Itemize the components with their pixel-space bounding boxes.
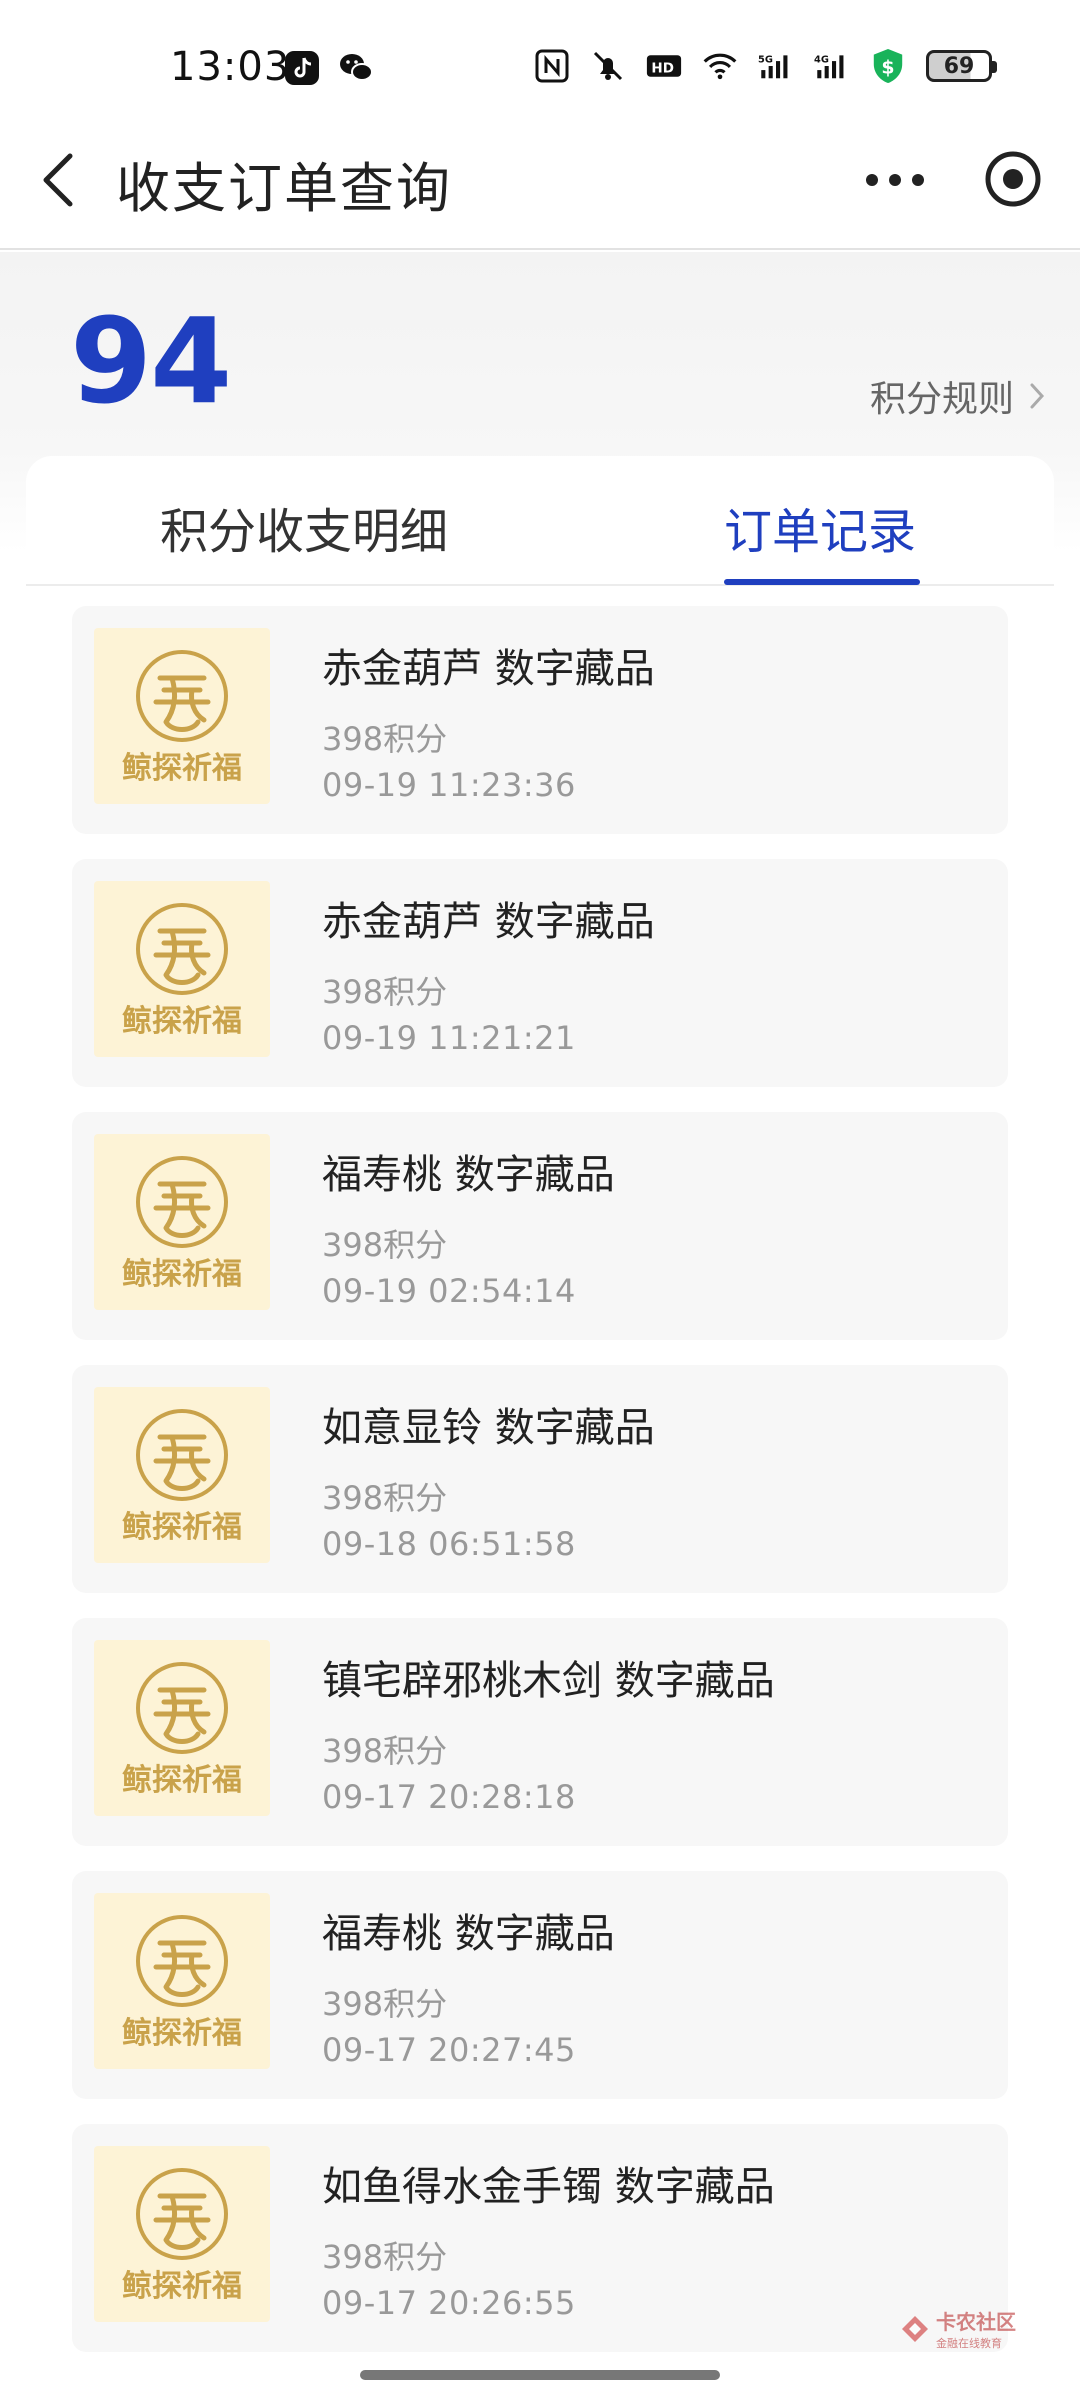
records-card: 积分收支明细 订单记录 鲸探祈福 赤金葫芦 数字藏品 398积分 09-19 1… [26, 456, 1054, 2400]
order-item[interactable]: 鲸探祈福 福寿桃 数字藏品 398积分 09-19 02:54:14 [72, 1112, 1008, 1340]
order-list: 鲸探祈福 赤金葫芦 数字藏品 398积分 09-19 11:23:36 鲸探祈福… [72, 606, 1008, 2377]
item-points: 398积分 [322, 720, 448, 758]
blessing-logo-icon: 鲸探祈福 [122, 1915, 242, 2051]
5g-signal-icon: 5G [758, 48, 794, 84]
product-thumbnail: 鲸探祈福 [94, 881, 270, 1057]
order-item[interactable]: 鲸探祈福 福寿桃 数字藏品 398积分 09-17 20:27:45 [72, 1871, 1008, 2099]
battery-icon: 69 [926, 50, 997, 82]
thumb-text: 鲸探祈福 [122, 2016, 242, 2051]
item-time: 09-19 11:23:36 [322, 766, 576, 804]
product-thumbnail: 鲸探祈福 [94, 1640, 270, 1816]
shield-dollar-icon: $ [870, 48, 906, 84]
thumb-text: 鲸探祈福 [122, 2269, 242, 2304]
order-item[interactable]: 鲸探祈福 如意显铃 数字藏品 398积分 09-18 06:51:58 [72, 1365, 1008, 1593]
item-time: 09-17 20:26:55 [322, 2284, 576, 2322]
thumb-text: 鲸探祈福 [122, 1004, 242, 1039]
points-balance: 94 [70, 292, 232, 430]
thumb-text: 鲸探祈福 [122, 1510, 242, 1545]
status-time: 13:03 [170, 44, 291, 90]
4g-signal-icon: 4G [814, 48, 850, 84]
svg-text:4G: 4G [814, 55, 829, 66]
more-button[interactable] [860, 160, 930, 200]
wechat-icon [338, 50, 374, 86]
nav-bar: 收支订单查询 [0, 110, 1080, 250]
nfc-icon [534, 48, 570, 84]
product-thumbnail: 鲸探祈福 [94, 1893, 270, 2069]
points-rules-label: 积分规则 [869, 379, 1014, 420]
item-time: 09-18 06:51:58 [322, 1525, 576, 1563]
thumb-text: 鲸探祈福 [122, 1257, 242, 1292]
blessing-logo-icon: 鲸探祈福 [122, 1662, 242, 1798]
page-title: 收支订单查询 [116, 157, 452, 220]
product-thumbnail: 鲸探祈福 [94, 1387, 270, 1563]
status-right-icons: HD 5G 4G $ 69 [534, 48, 997, 84]
item-points: 398积分 [322, 1732, 448, 1770]
item-points: 398积分 [322, 973, 448, 1011]
wifi-icon [702, 48, 738, 84]
blessing-logo-icon: 鲸探祈福 [122, 903, 242, 1039]
item-name: 赤金葫芦 数字藏品 [322, 899, 655, 945]
item-points: 398积分 [322, 1985, 448, 2023]
chevron-left-icon [43, 153, 73, 207]
blessing-logo-icon: 鲸探祈福 [122, 2168, 242, 2304]
blessing-logo-icon: 鲸探祈福 [122, 1409, 242, 1545]
order-item[interactable]: 鲸探祈福 镇宅辟邪桃木剑 数字藏品 398积分 09-17 20:28:18 [72, 1618, 1008, 1846]
status-left-icons [284, 50, 374, 86]
watermark-logo-icon [902, 2315, 928, 2342]
item-name: 福寿桃 数字藏品 [322, 1152, 615, 1198]
item-name: 如意显铃 数字藏品 [322, 1405, 655, 1451]
home-indicator[interactable] [360, 2370, 720, 2380]
product-thumbnail: 鲸探祈福 [94, 2146, 270, 2322]
product-thumbnail: 鲸探祈福 [94, 1134, 270, 1310]
item-name: 镇宅辟邪桃木剑 数字藏品 [322, 1658, 775, 1704]
tab-order-records[interactable]: 订单记录 [724, 492, 916, 562]
watermark: 卡农社区 金融在线教育 [900, 2306, 1016, 2351]
item-name: 赤金葫芦 数字藏品 [322, 646, 655, 692]
item-time: 09-17 20:28:18 [322, 1778, 576, 1816]
product-thumbnail: 鲸探祈福 [94, 628, 270, 804]
tab-bar: 积分收支明细 订单记录 [26, 456, 1054, 586]
item-points: 398积分 [322, 1226, 448, 1264]
order-item[interactable]: 鲸探祈福 如鱼得水金手镯 数字藏品 398积分 09-17 20:26:55 [72, 2124, 1008, 2352]
close-miniprogram-button[interactable] [982, 148, 1044, 210]
item-time: 09-17 20:27:45 [322, 2031, 576, 2069]
item-time: 09-19 11:21:21 [322, 1019, 576, 1057]
points-rules-link[interactable]: 积分规则 [870, 370, 1048, 422]
svg-text:HD: HD [651, 60, 674, 76]
item-points: 398积分 [322, 2238, 448, 2276]
item-name: 如鱼得水金手镯 数字藏品 [322, 2164, 775, 2210]
tiktok-icon [284, 50, 320, 86]
hd-icon: HD [646, 48, 682, 84]
watermark-subtitle: 金融在线教育 [936, 2337, 1002, 2350]
back-button[interactable] [32, 148, 92, 212]
thumb-text: 鲸探祈福 [122, 751, 242, 786]
thumb-text: 鲸探祈福 [122, 1763, 242, 1798]
active-tab-indicator [724, 579, 920, 585]
order-item[interactable]: 鲸探祈福 赤金葫芦 数字藏品 398积分 09-19 11:23:36 [72, 606, 1008, 834]
tab-points-detail[interactable]: 积分收支明细 [160, 492, 448, 562]
item-time: 09-19 02:54:14 [322, 1272, 576, 1310]
more-dots-icon [866, 174, 924, 186]
record-circle-icon [985, 151, 1041, 207]
watermark-title: 卡农社区 [936, 2310, 1016, 2334]
item-points: 398积分 [322, 1479, 448, 1517]
blessing-logo-icon: 鲸探祈福 [122, 1156, 242, 1292]
blessing-logo-icon: 鲸探祈福 [122, 650, 242, 786]
mute-icon [590, 48, 626, 84]
item-name: 福寿桃 数字藏品 [322, 1911, 615, 1957]
svg-text:$: $ [881, 57, 894, 79]
order-item[interactable]: 鲸探祈福 赤金葫芦 数字藏品 398积分 09-19 11:21:21 [72, 859, 1008, 1087]
battery-level: 69 [943, 53, 975, 79]
svg-text:5G: 5G [758, 55, 773, 66]
main-content: 94 积分规则 积分收支明细 订单记录 鲸探祈福 赤金葫芦 数字藏品 398积分… [0, 252, 1080, 2400]
chevron-right-icon [1030, 383, 1045, 409]
